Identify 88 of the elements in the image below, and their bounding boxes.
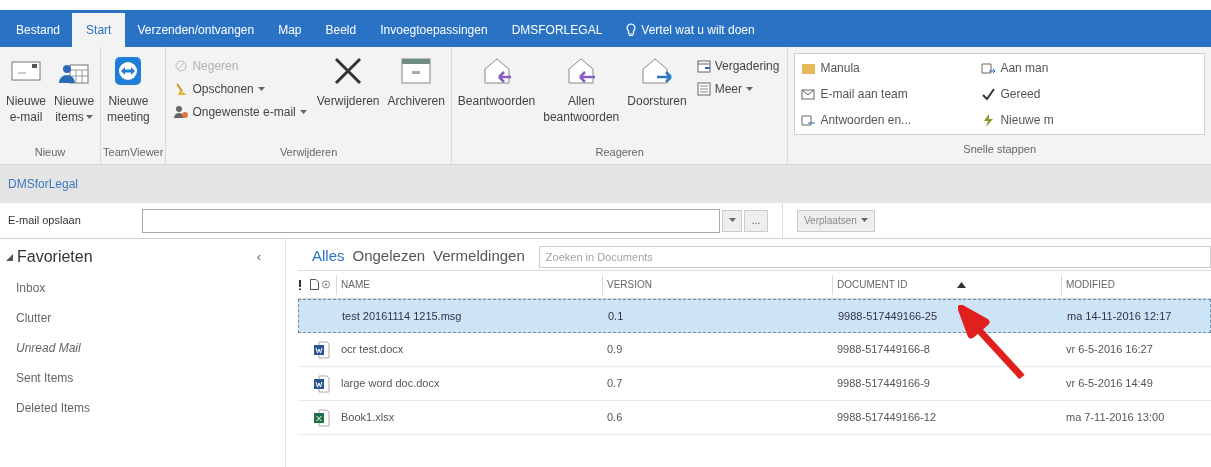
filter-tab[interactable]: Alles xyxy=(312,245,345,268)
word-file-icon xyxy=(312,340,330,359)
column-header[interactable]: MODIFIED xyxy=(1061,274,1211,295)
ribbon-button[interactable]: Doorsturen xyxy=(623,53,691,109)
attachment-icon xyxy=(322,279,330,290)
excel-file-icon xyxy=(312,408,330,427)
collapse-button[interactable]: ‹ xyxy=(256,247,261,267)
ribbon-button[interactable]: Beantwoorden xyxy=(453,53,540,109)
ribbon-tab[interactable]: Map xyxy=(266,13,314,47)
ribbon-tab[interactable]: DMSFORLEGAL xyxy=(499,13,615,47)
ribbon-tab[interactable]: Verzenden/ontvangen xyxy=(125,13,267,47)
importance-icon xyxy=(298,279,302,290)
ribbon-tab[interactable]: Beeld xyxy=(313,13,369,47)
ribbon-button[interactable]: Archiveren xyxy=(383,53,449,109)
caret-icon xyxy=(728,218,736,223)
filter-tab[interactable]: Vermeldingen xyxy=(433,245,525,268)
folder-item[interactable]: Unread Mail xyxy=(16,333,81,363)
lightbulb-icon xyxy=(626,23,637,37)
quick-step[interactable]: Nieuwe m xyxy=(981,108,1198,132)
broom-icon xyxy=(174,82,189,96)
filter-tab[interactable]: Ongelezen xyxy=(352,245,426,268)
ribbon-button[interactable]: Allen beantwoorden xyxy=(539,53,624,125)
column-header[interactable]: DOCUMENT ID xyxy=(832,274,1061,295)
quick-step[interactable]: E-mail aan team xyxy=(801,82,982,106)
caret-icon xyxy=(860,218,868,223)
ribbon-button[interactable]: Opschonen xyxy=(172,78,309,100)
calendar-icon xyxy=(696,59,711,73)
folder-item[interactable]: Clutter xyxy=(16,303,52,333)
expanded-triangle-icon xyxy=(6,253,13,261)
table-cell-text: large word doc.docx xyxy=(340,376,441,392)
field-label: E-mail opslaan xyxy=(7,213,82,229)
ribbon-tab[interactable]: Invoegtoepassingen xyxy=(368,13,500,47)
table-cell-text: test 20161114 1215.msg xyxy=(341,308,463,324)
check-icon xyxy=(981,86,997,102)
table-cell-text: ma 7-11-2016 13:00 xyxy=(1065,410,1166,426)
ribbon-button[interactable]: Nieuwe items xyxy=(50,53,99,125)
table-cell-text: ma 14-11-2016 12:17 xyxy=(1066,308,1173,324)
dropdown-button[interactable] xyxy=(722,209,742,232)
group-label: Snelle stappen xyxy=(962,142,1038,157)
table-cell-text: 9988-517449166-12 xyxy=(836,410,938,426)
table-cell-text: 0.7 xyxy=(606,376,624,392)
table-cell-text: vr 6-5-2016 14:49 xyxy=(1065,376,1154,392)
quick-step[interactable]: Manula xyxy=(801,56,982,80)
quick-step[interactable]: Gereed xyxy=(981,82,1198,106)
section-header[interactable]: Favorieten xyxy=(6,245,93,269)
quick-step[interactable]: Antwoorden en... xyxy=(801,108,982,132)
quick-step[interactable]: Aan man xyxy=(981,56,1198,80)
ribbon-button[interactable]: Nieuwe e-mail xyxy=(2,53,51,125)
table-row[interactable]: test 20161114 1215.msg 0.1 9988-517449166-25 ma 14-11-2016 12:17 xyxy=(298,299,1211,333)
word-file-icon xyxy=(312,374,330,393)
sort-ascending-icon xyxy=(957,281,967,288)
group-label: Nieuw xyxy=(33,145,67,160)
ribbon-button[interactable]: Nieuwe meeting xyxy=(103,53,154,125)
ribbon-tab[interactable]: Start xyxy=(72,13,126,47)
ribbon-button[interactable]: Ongewenste e-mail xyxy=(172,101,309,123)
table-cell-text: 9988-517449166-9 xyxy=(836,376,931,392)
group-label: Reageren xyxy=(594,145,645,160)
table-cell-text: 9988-517449166-8 xyxy=(836,342,931,358)
ignore-icon xyxy=(174,59,189,73)
group-label: TeamViewer xyxy=(103,145,164,160)
browse-button[interactable]: ... xyxy=(744,209,768,232)
ribbon-button[interactable]: Verwijderen xyxy=(312,53,384,109)
table-cell-text: 9988-517449166-25 xyxy=(837,308,939,324)
ribbon-tab[interactable]: Bestand xyxy=(4,13,73,47)
ribbon-button[interactable]: Vergadering xyxy=(694,55,782,77)
ribbon-button[interactable]: Meer xyxy=(694,78,782,100)
column-header[interactable]: VERSION xyxy=(602,274,832,295)
table-cell-text: 0.1 xyxy=(607,308,625,324)
search-field[interactable]: Zoeken in Documents xyxy=(538,245,1211,268)
forward-icon xyxy=(981,60,997,76)
table-cell-text: 0.9 xyxy=(606,342,624,358)
location-field[interactable] xyxy=(142,208,720,233)
team-mail-icon xyxy=(801,86,817,102)
tell-me-button[interactable]: Vertel wat u wilt doen xyxy=(614,13,767,47)
table-cell-text: 0.6 xyxy=(606,410,624,426)
column-header[interactable]: NAME xyxy=(336,274,602,295)
table-row[interactable]: large word doc.docx 0.7 9988-517449166-9 vr 6-5-2016 14:49 xyxy=(298,367,1211,401)
more-actions-icon xyxy=(696,82,711,96)
group-label: Verwijderen xyxy=(278,145,339,160)
folder-item[interactable]: Deleted Items xyxy=(16,393,91,423)
table-cell-text: vr 6-5-2016 16:27 xyxy=(1065,342,1154,358)
table-cell-text: ocr test.docx xyxy=(340,342,405,358)
table-row[interactable]: Book1.xlsx 0.6 9988-517449166-12 ma 7-11-2016 13:00 xyxy=(298,401,1211,435)
addin-title: DMSforLegal xyxy=(8,176,79,193)
folder-item[interactable]: Sent Items xyxy=(16,363,74,393)
document-icon xyxy=(310,279,319,290)
folder-item[interactable]: Inbox xyxy=(16,273,46,303)
table-cell-text: Book1.xlsx xyxy=(340,410,396,426)
